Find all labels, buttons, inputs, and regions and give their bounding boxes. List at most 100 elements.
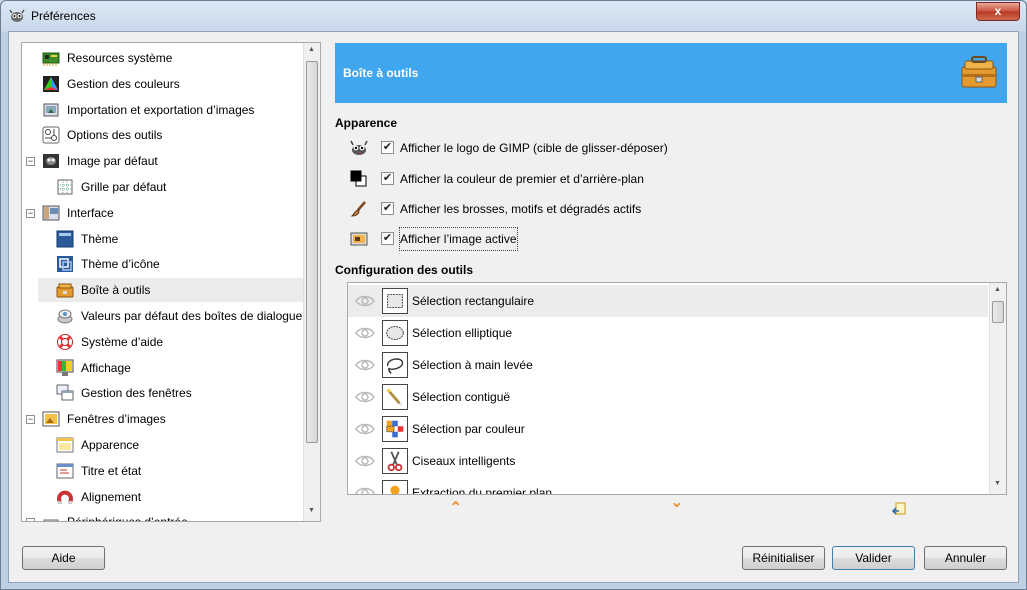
tree-item[interactable]: Resources système [22, 46, 303, 70]
eye-icon[interactable] [355, 486, 375, 494]
tool-label: Sélection contiguë [412, 390, 511, 404]
tool-label: Extraction du premier plan [412, 486, 553, 495]
tool-label: Sélection elliptique [412, 326, 513, 340]
tree-expander[interactable]: − [26, 415, 35, 425]
tree-item[interactable]: Alignement [38, 485, 303, 509]
tree-item[interactable]: − Périphériques d’entrée [22, 510, 303, 521]
brush-icon [349, 200, 369, 218]
tree-item-label: Resources système [67, 51, 173, 65]
fuzzy-select-icon [382, 384, 408, 410]
icon-theme-icon [56, 255, 74, 273]
eye-icon[interactable] [355, 454, 375, 468]
tree-item[interactable]: Boîte à outils [38, 278, 303, 303]
tree-item[interactable]: Titre et état [38, 459, 303, 483]
tree-scrollbar[interactable]: ▲ ▼ [303, 43, 320, 521]
eye-icon[interactable] [355, 422, 375, 436]
reset-tools-icon[interactable] [891, 502, 907, 518]
appearance-section-title: Apparence [335, 116, 398, 130]
tree-item[interactable]: Importation et exportation d’images [22, 98, 303, 122]
scroll-up-arrow[interactable]: ▲ [308, 46, 315, 53]
tool-row[interactable]: Extraction du premier plan [348, 477, 988, 495]
grid-icon [56, 178, 74, 196]
tree-item[interactable]: Grille par défaut [38, 175, 303, 199]
appearance-option[interactable]: ✔ Afficher l’image active [347, 227, 747, 251]
tree-expander[interactable]: − [26, 157, 35, 167]
option-checkbox[interactable]: ✔ [381, 202, 394, 215]
rect-select-icon [382, 288, 408, 314]
tree-item[interactable]: Système d’aide [38, 330, 303, 354]
scroll-down-arrow[interactable]: ▼ [308, 507, 315, 514]
reset-button[interactable]: Réinitialiser [742, 546, 825, 570]
tree-item-label: Titre et état [81, 463, 142, 478]
title-status-icon [56, 462, 74, 480]
tree-item[interactable]: − Image par défaut [22, 149, 303, 173]
tree-expander[interactable]: − [26, 208, 35, 218]
tree-item[interactable]: Gestion des fenêtres [38, 381, 303, 405]
display-icon [56, 359, 74, 377]
tree-item[interactable]: Options des outils [22, 123, 303, 147]
foreground-select-icon [382, 480, 408, 494]
tree-item[interactable]: Gestion des couleurs [22, 72, 303, 96]
tool-label: Sélection à main levée [412, 358, 533, 372]
tool-row[interactable]: Sélection à main levée [348, 349, 988, 381]
eye-icon[interactable] [355, 358, 375, 372]
close-button[interactable]: x [976, 2, 1020, 21]
tool-list-scrollbar[interactable]: ▲ ▼ [989, 283, 1006, 494]
option-checkbox[interactable]: ✔ [381, 141, 394, 154]
free-select-icon [382, 352, 408, 378]
color-management-icon [42, 75, 60, 93]
tree-item[interactable]: Valeurs par défaut des boîtes de dialogu… [38, 304, 303, 328]
tree-item-label: Image par défaut [67, 154, 158, 169]
cancel-button[interactable]: Annuler [924, 546, 1007, 570]
option-checkbox[interactable]: ✔ [381, 232, 394, 245]
option-label: Afficher la couleur de premier et d’arri… [400, 172, 644, 186]
tree-item-label: Options des outils [67, 128, 163, 143]
eye-icon[interactable] [355, 326, 375, 340]
tool-row[interactable]: Sélection contiguë [348, 381, 988, 413]
scissors-icon [382, 448, 408, 474]
tree-item[interactable]: − Interface [22, 201, 303, 225]
tool-row[interactable]: Sélection elliptique [348, 317, 988, 349]
tool-scroll-down-arrow[interactable]: ▼ [994, 480, 1001, 487]
appearance-icon [56, 436, 74, 454]
appearance-option[interactable]: ✔ Afficher la couleur de premier et d’arr… [347, 168, 747, 190]
option-checkbox[interactable]: ✔ [381, 172, 394, 185]
title-bar[interactable]: Préférences x [1, 1, 1026, 31]
default-image-icon [42, 152, 60, 170]
ok-button[interactable]: Valider [832, 546, 915, 570]
tree-item-label: Gestion des couleurs [67, 76, 180, 91]
eye-icon[interactable] [355, 294, 375, 308]
move-down-button[interactable]: ⌄ [670, 492, 683, 512]
tree-item[interactable]: Affichage [38, 356, 303, 380]
tree-scroll-thumb[interactable] [306, 61, 318, 443]
window-management-icon [56, 384, 74, 402]
gimp-logo-icon [349, 139, 369, 157]
window-title: Préférences [31, 9, 96, 23]
appearance-option[interactable]: ✔ Afficher les brosses, motifs et dégradé… [347, 198, 747, 220]
tool-row[interactable]: Ciseaux intelligents [348, 445, 988, 477]
tree-item-label: Grille par défaut [81, 180, 167, 194]
move-up-button[interactable]: ⌃ [449, 498, 462, 518]
tree-item-label: Valeurs par défaut des boîtes de dialogu… [81, 309, 303, 323]
preferences-tree: − Périphériques d’entrée Alignement Titre e… [21, 42, 321, 522]
tree-item-label: Alignement [81, 489, 142, 504]
option-label: Afficher les brosses, motifs et dégradés… [400, 202, 642, 216]
tree-item[interactable]: Thème d’icône [38, 252, 303, 276]
tree-item-label: Apparence [81, 438, 140, 452]
tree-item[interactable]: Apparence [38, 433, 303, 457]
appearance-option[interactable]: ✔ Afficher le logo de GIMP (cible de glis… [347, 137, 747, 159]
tree-item[interactable]: − Fenêtres d’images [22, 407, 303, 431]
toolbox-icon [56, 281, 74, 299]
theme-icon [56, 230, 74, 248]
help-button[interactable]: Aide [22, 546, 105, 570]
tool-row[interactable]: Sélection par couleur [348, 413, 988, 445]
preferences-window: Préférences x − Périphériques d’entrée Ali… [0, 0, 1027, 590]
tool-row[interactable]: Sélection rectangulaire [348, 285, 988, 317]
eye-icon[interactable] [355, 390, 375, 404]
tree-item[interactable]: Thème [38, 227, 303, 251]
tree-expander[interactable]: − [26, 518, 35, 521]
tool-options-icon [42, 126, 60, 144]
fg-bg-color-icon [349, 170, 369, 188]
tool-scroll-up-arrow[interactable]: ▲ [994, 286, 1001, 293]
tool-scroll-thumb[interactable] [992, 301, 1004, 323]
